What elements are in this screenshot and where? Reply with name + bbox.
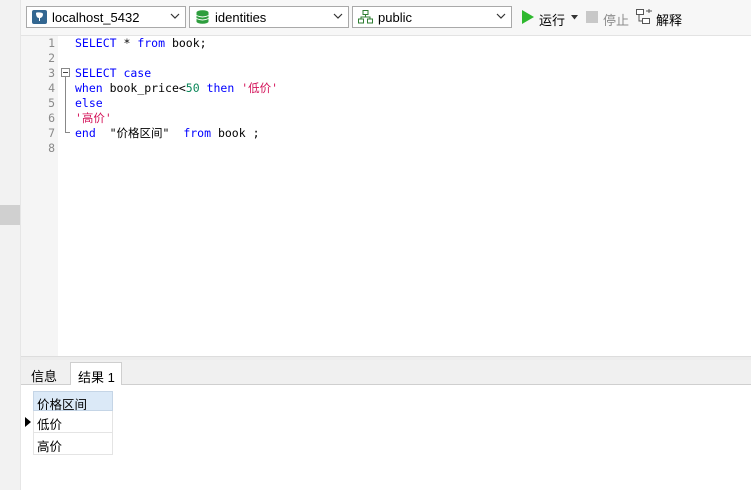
query-toolbar: localhost_5432 identities public 运行 停止 解… — [21, 0, 751, 36]
stop-button[interactable]: 停止 — [586, 9, 634, 28]
line-number: 7 — [48, 126, 55, 140]
code-token: then — [199, 81, 242, 95]
code-token: from — [137, 36, 166, 50]
connection-select[interactable]: localhost_5432 — [26, 6, 186, 28]
left-panel-edge — [0, 0, 21, 490]
code-line: end "价格区间" from book ; — [75, 126, 260, 141]
explain-icon — [636, 9, 652, 24]
run-label: 运行 — [539, 13, 566, 28]
tab-info[interactable]: 信息 — [23, 362, 67, 384]
code-token: 50 — [185, 81, 200, 95]
code-line: else — [75, 96, 103, 111]
database-name: identities — [215, 10, 267, 25]
connection-name: localhost_5432 — [52, 10, 140, 25]
result-tabs: 信息 结果 1 — [21, 360, 751, 386]
play-icon — [522, 10, 534, 24]
code-token: SELECT — [75, 36, 117, 50]
tab-info-label: 信息 — [31, 369, 58, 384]
table-cell: 高价 — [37, 440, 63, 454]
table-row[interactable]: 低价 — [33, 411, 113, 433]
code-line: SELECT * from book; — [75, 36, 207, 51]
explain-button[interactable]: 解释 — [636, 9, 686, 28]
table-row[interactable]: 高价 — [33, 433, 113, 455]
code-token: '低价' — [241, 81, 279, 95]
fold-range-line — [65, 77, 66, 132]
chevron-down-icon — [496, 13, 506, 19]
sql-editor[interactable]: 12345678 SELECT * from book; SELECT case w… — [21, 36, 751, 356]
code-line: SELECT case — [75, 66, 151, 81]
code-token: end — [75, 126, 96, 140]
result-grid[interactable]: 价格区间 低价 高价 — [21, 385, 751, 490]
code-token: book ; — [211, 126, 260, 140]
postgresql-elephant-icon — [32, 10, 47, 24]
run-button[interactable]: 运行 — [521, 9, 581, 28]
chevron-down-icon — [170, 13, 180, 19]
chevron-down-icon — [333, 13, 343, 19]
column-header[interactable]: 价格区间 — [33, 391, 113, 412]
run-dropdown-icon — [571, 15, 578, 20]
line-number: 4 — [48, 81, 55, 95]
code-token: "价格区间" — [95, 126, 184, 140]
fold-end-marker — [65, 132, 70, 133]
code-line: when book_price<50 then '低价' — [75, 81, 278, 96]
line-number: 3 — [48, 66, 55, 80]
tab-result-1[interactable]: 结果 1 — [70, 362, 122, 386]
code-token: '高价' — [75, 111, 112, 125]
code-token: from — [183, 126, 212, 140]
line-number: 8 — [48, 141, 55, 155]
code-token: SELECT case — [75, 66, 152, 80]
stop-label: 停止 — [603, 13, 630, 28]
code-token: else — [75, 96, 103, 110]
database-select[interactable]: identities — [189, 6, 349, 28]
stop-icon — [586, 11, 598, 23]
tab-result-1-label: 结果 1 — [78, 370, 115, 385]
schema-select[interactable]: public — [352, 6, 512, 28]
code-line: '高价' — [75, 111, 112, 126]
schema-name: public — [378, 10, 412, 25]
line-number: 6 — [48, 111, 55, 125]
fold-toggle-icon[interactable] — [61, 68, 70, 77]
table-cell: 低价 — [37, 418, 63, 432]
line-number: 1 — [48, 36, 55, 50]
schema-icon — [358, 10, 373, 24]
code-token: * — [116, 36, 138, 50]
current-row-pointer-icon — [25, 417, 31, 427]
panel-collapse-handle[interactable] — [0, 205, 20, 225]
line-number: 2 — [48, 51, 55, 65]
code-token: book_price< — [102, 81, 186, 95]
explain-label: 解释 — [656, 13, 683, 28]
code-token: when — [75, 81, 103, 95]
line-number: 5 — [48, 96, 55, 110]
database-icon — [196, 10, 209, 24]
code-token: book; — [165, 36, 207, 50]
